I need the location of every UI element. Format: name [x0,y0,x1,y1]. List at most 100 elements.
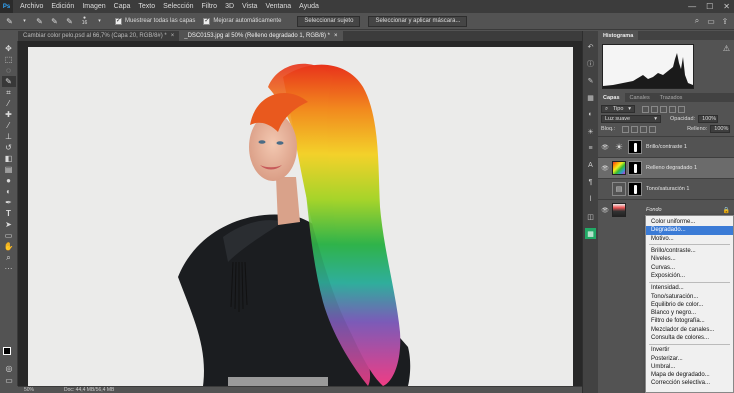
crop-tool-icon[interactable]: ⌗ [2,87,16,98]
tab-histograma[interactable]: Histograma [598,31,639,40]
menu-texto[interactable]: Texto [134,3,159,10]
glyphs-icon[interactable]: ǀ [585,194,596,205]
select-and-mask-button[interactable]: Seleccionar y aplicar máscara... [368,15,468,27]
minimize-icon[interactable]: — [688,2,696,11]
tab-trazados[interactable]: Trazados [655,93,688,102]
eraser-tool-icon[interactable]: ◧ [2,153,16,164]
menu-item-filtro-fotografia[interactable]: Filtro de fotografía... [646,317,733,325]
character-icon[interactable]: A [585,160,596,171]
menu-item-curvas[interactable]: Curvas... [646,263,733,271]
subtract-selection-icon[interactable]: ✎ [64,16,75,27]
menu-capa[interactable]: Capa [110,3,135,10]
screen-mode-icon[interactable]: ▭ [2,375,16,386]
history-brush-tool-icon[interactable]: ↺ [2,142,16,153]
menu-item-mezclador-canales[interactable]: Mezclador de canales... [646,326,733,334]
visibility-eye-icon[interactable]: 👁 [598,144,612,151]
hand-tool-icon[interactable]: ✋ [2,241,16,252]
chevron-down-icon[interactable]: ▾ [19,16,30,27]
info-icon[interactable]: ⓘ [585,58,596,69]
chevron-down-icon[interactable]: ▾ [94,16,105,27]
clone-stamp-tool-icon[interactable]: ⊥ [2,131,16,142]
lock-artboard-icon[interactable] [640,125,648,133]
menu-item-color-uniforme[interactable]: Color uniforme... [646,218,733,226]
menu-item-exposicion[interactable]: Exposición... [646,272,733,280]
brush-size-icon[interactable]: ● 16 [79,16,90,27]
lock-position-icon[interactable] [631,125,639,133]
swatches-icon[interactable]: ▦ [585,92,596,103]
quick-selection-tool-icon[interactable]: ✎ [1,76,16,87]
brush-settings-icon[interactable]: ✎ [585,75,596,86]
eyedropper-tool-icon[interactable]: ⁄ [2,98,16,109]
path-selection-tool-icon[interactable]: ➤ [2,219,16,230]
type-filter-icon[interactable] [660,105,667,113]
layer-mask-thumbnail[interactable] [628,182,642,196]
auto-enhance-checkbox[interactable]: ✓ Mejorar automáticamente [203,17,281,25]
visibility-eye-icon[interactable]: 👁 [598,207,612,214]
properties-icon[interactable]: ≡ [585,143,596,154]
tab-capas[interactable]: Capas [598,93,625,102]
checkbox-icon[interactable]: ✓ [203,17,211,25]
visibility-eye-icon[interactable]: 👁 [598,186,612,193]
type-tool-icon[interactable]: T [2,208,16,219]
menu-item-umbral[interactable]: Umbral... [646,363,733,371]
checkbox-icon[interactable]: ✓ [115,17,122,25]
close-icon[interactable]: ✕ [723,2,730,11]
warning-icon[interactable]: ⚠ [723,44,730,53]
tab-cambiar-color-pelo[interactable]: Cambiar color pelo.psd al 66,7% (Capa 20… [18,31,179,41]
lock-pixels-icon[interactable] [622,125,630,133]
menu-item-tono-saturacion[interactable]: Tono/saturación... [646,292,733,300]
workspace-icon[interactable]: ▭ [706,16,716,26]
tab-dsc0153[interactable]: _DSC0153.jpg al 50% (Relleno degradado 1… [179,31,343,41]
brush-tool-icon[interactable]: ⁄ [2,120,16,131]
pixel-filter-icon[interactable] [642,105,649,113]
marquee-tool-icon[interactable]: ⬚ [2,54,16,65]
canvas-area[interactable] [18,41,582,386]
add-selection-icon[interactable]: ✎ [49,16,60,27]
zoom-tool-icon[interactable]: ⌕ [2,252,16,263]
menu-item-posterizar[interactable]: Posterizar... [646,354,733,362]
menu-3d[interactable]: 3D [221,3,238,10]
menu-filtro[interactable]: Filtro [198,3,222,10]
shape-filter-icon[interactable] [669,105,676,113]
document-canvas[interactable] [28,47,573,386]
quick-mask-icon[interactable]: ◎ [2,363,16,374]
search-icon[interactable]: ⌕ [692,16,702,26]
share-icon[interactable]: ⇪ [720,16,730,26]
lasso-tool-icon[interactable]: ◌ [2,65,16,76]
blend-mode-select[interactable]: Luz suave ▾ [601,115,661,123]
adjustments-icon[interactable]: ☀ [585,126,596,137]
menu-item-motivo[interactable]: Motivo... [646,235,733,243]
close-icon[interactable]: × [171,33,175,39]
lock-all-icon[interactable] [649,125,657,133]
new-selection-icon[interactable]: ✎ [34,16,45,27]
foreground-color-swatch[interactable] [3,347,11,355]
menu-archivo[interactable]: Archivo [16,3,47,10]
layer-filter-select[interactable]: ⌕ Tipo ▾ [601,105,635,113]
layer-mask-thumbnail[interactable] [628,161,642,175]
more-tools-icon[interactable]: ··· [2,263,16,274]
menu-vista[interactable]: Vista [238,3,261,10]
layer-brillo-contraste[interactable]: 👁 ☀ Brillo/contraste 1 [598,136,734,157]
close-icon[interactable]: × [334,33,338,39]
menu-item-niveles[interactable]: Niveles... [646,255,733,263]
menu-item-degradado[interactable]: Degradado... [646,226,733,235]
menu-item-equilibrio-color[interactable]: Equilibrio de color... [646,301,733,309]
menu-ventana[interactable]: Ventana [261,3,295,10]
fill-input[interactable]: 100% [710,125,731,133]
visibility-eye-icon[interactable]: 👁 [598,165,612,172]
zoom-level[interactable]: 50% [24,387,34,393]
smart-object-filter-icon[interactable] [678,105,685,113]
opacity-input[interactable]: 100% [698,115,719,123]
menu-item-invertir[interactable]: Invertir [646,346,733,354]
menu-item-blanco-negro[interactable]: Blanco y negro... [646,309,733,317]
blur-tool-icon[interactable]: ● [2,175,16,186]
select-subject-button[interactable]: Seleccionar sujeto [297,15,361,27]
healing-brush-tool-icon[interactable]: ✚ [2,109,16,120]
menu-item-mapa-degradado[interactable]: Mapa de degradado... [646,371,733,379]
menu-item-brillo-contraste[interactable]: Brillo/contraste... [646,247,733,255]
maximize-icon[interactable]: ☐ [706,2,713,11]
history-icon[interactable]: ↶ [585,41,596,52]
menu-edicion[interactable]: Edición [47,3,78,10]
menu-item-consulta-colores[interactable]: Consulta de colores... [646,334,733,342]
pen-tool-icon[interactable]: ✒ [2,197,16,208]
